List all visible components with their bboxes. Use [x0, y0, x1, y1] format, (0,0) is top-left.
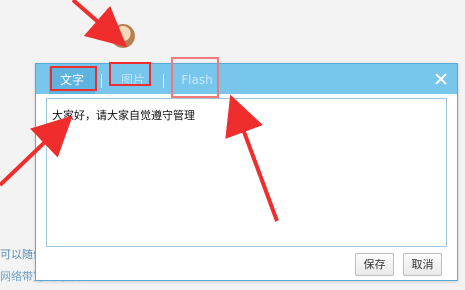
- cancel-button[interactable]: 取消: [403, 253, 442, 276]
- tab-text[interactable]: 文字: [49, 67, 95, 94]
- close-icon[interactable]: [432, 70, 450, 88]
- save-button[interactable]: 保存: [355, 253, 394, 276]
- tab-separator: [101, 74, 102, 88]
- content-dialog: 文字 图片 Flash 大家好，请大家自觉遵守管理 保存 取消: [35, 63, 458, 281]
- tab-text-label: 文字: [59, 73, 84, 87]
- content-editor[interactable]: 大家好，请大家自觉遵守管理: [46, 98, 447, 247]
- tab-image[interactable]: 图片: [113, 67, 153, 94]
- tab-separator: [163, 74, 164, 88]
- dialog-titlebar: 文字 图片 Flash: [36, 64, 457, 94]
- tab-flash[interactable]: Flash: [175, 67, 219, 94]
- content-text: 大家好，请大家自觉遵守管理: [52, 109, 195, 122]
- avatar: [111, 24, 135, 48]
